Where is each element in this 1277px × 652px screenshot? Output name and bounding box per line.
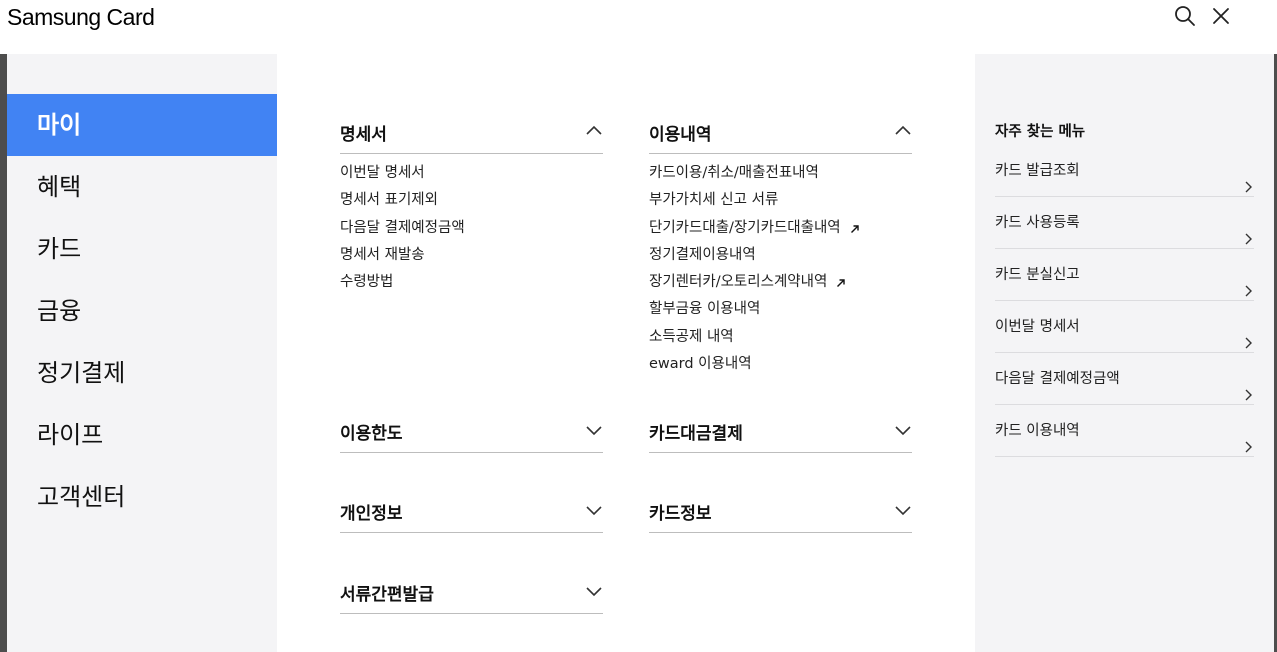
submenu-item[interactable]: 장기렌터카/오토리스계약내역 xyxy=(649,271,912,298)
submenu-item[interactable]: 명세서 표기제외 xyxy=(340,189,603,216)
section-personal-info: 개인정보 xyxy=(340,487,603,533)
section-header[interactable]: 카드정보 xyxy=(649,487,912,533)
samsung-card-logo[interactable]: Samsung Card xyxy=(7,3,155,31)
quick-menu-item-label: 다음달 결제예정금액 xyxy=(995,371,1120,387)
submenu-list: 카드이용/취소/매출전표내역 부가가치세 신고 서류 단기카드대출/장기카드대출… xyxy=(649,154,912,380)
chevron-down-icon[interactable] xyxy=(585,582,603,600)
section-credit-limit: 이용한도 xyxy=(340,407,603,453)
section-header[interactable]: 서류간편발급 xyxy=(340,568,603,614)
external-link-icon xyxy=(850,219,860,241)
submenu-item[interactable]: 단기카드대출/장기카드대출내역 xyxy=(649,217,912,244)
section-title: 이용내역 xyxy=(649,125,712,145)
sidebar-item-card[interactable]: 카드 xyxy=(7,218,277,280)
quick-menu-item[interactable]: 카드 사용등록 xyxy=(995,197,1254,249)
submenu-item[interactable]: 다음달 결제예정금액 xyxy=(340,217,603,244)
chevron-right-icon xyxy=(1242,268,1254,297)
section-card-payment: 카드대금결제 xyxy=(649,407,912,453)
section-statement: 명세서 이번달 명세서 명세서 표기제외 다음달 결제예정금액 명세서 재발송 … xyxy=(340,108,603,298)
quick-menu-item[interactable]: 카드 발급조회 xyxy=(995,145,1254,197)
submenu-item-label: 장기렌터카/오토리스계약내역 xyxy=(649,274,828,291)
quick-menu-item[interactable]: 카드 분실신고 xyxy=(995,249,1254,301)
quick-menu-title: 자주 찾는 메뉴 xyxy=(995,124,1086,140)
submenu-item-label: eward 이용내역 xyxy=(649,356,752,373)
quick-menu-item[interactable]: 다음달 결제예정금액 xyxy=(995,353,1254,405)
section-card-info: 카드정보 xyxy=(649,487,912,533)
section-header[interactable]: 명세서 xyxy=(340,108,603,154)
sidebar-item-subscription[interactable]: 정기결제 xyxy=(7,342,277,404)
section-title: 개인정보 xyxy=(340,504,403,524)
submenu-item[interactable]: 카드이용/취소/매출전표내역 xyxy=(649,162,912,189)
quick-menu-item[interactable]: 이번달 명세서 xyxy=(995,301,1254,353)
chevron-right-icon xyxy=(1242,164,1254,193)
submenu-item[interactable]: 소득공제 내역 xyxy=(649,326,912,353)
section-header[interactable]: 개인정보 xyxy=(340,487,603,533)
quick-menu-item-label: 이번달 명세서 xyxy=(995,319,1080,335)
section-title: 명세서 xyxy=(340,125,387,145)
chevron-down-icon[interactable] xyxy=(585,501,603,519)
submenu-item-label: 단기카드대출/장기카드대출내역 xyxy=(649,219,841,236)
search-icon[interactable] xyxy=(1174,5,1196,27)
chevron-down-icon[interactable] xyxy=(894,421,912,439)
sidebar-item-finance[interactable]: 금융 xyxy=(7,280,277,342)
section-usage-history: 이용내역 카드이용/취소/매출전표내역 부가가치세 신고 서류 단기카드대출/장… xyxy=(649,108,912,380)
quick-menu-item[interactable]: 카드 이용내역 xyxy=(995,405,1254,457)
chevron-down-icon[interactable] xyxy=(585,421,603,439)
sidebar: 마이 혜택 카드 금융 정기결제 라이프 고객센터 xyxy=(7,54,277,652)
section-title: 카드대금결제 xyxy=(649,424,743,444)
quick-menu-item-label: 카드 사용등록 xyxy=(995,215,1080,231)
sidebar-item-life[interactable]: 라이프 xyxy=(7,404,277,466)
quick-menu-item-label: 카드 분실신고 xyxy=(995,267,1080,283)
submenu-item[interactable]: 수령방법 xyxy=(340,271,603,298)
menu-content: 명세서 이번달 명세서 명세서 표기제외 다음달 결제예정금액 명세서 재발송 … xyxy=(277,54,975,652)
quick-menu-item-label: 카드 이용내역 xyxy=(995,423,1080,439)
submenu-item[interactable]: 정기결제이용내역 xyxy=(649,244,912,271)
section-header[interactable]: 카드대금결제 xyxy=(649,407,912,453)
submenu-item-label: 부가가치세 신고 서류 xyxy=(649,192,779,209)
submenu-item[interactable]: eward 이용내역 xyxy=(649,353,912,380)
chevron-right-icon xyxy=(1242,424,1254,453)
sidebar-item-customer-center[interactable]: 고객센터 xyxy=(7,466,277,528)
chevron-right-icon xyxy=(1242,372,1254,401)
external-link-icon xyxy=(836,273,846,295)
submenu-item[interactable]: 명세서 재발송 xyxy=(340,244,603,271)
chevron-up-icon[interactable] xyxy=(585,122,603,140)
section-title: 서류간편발급 xyxy=(340,585,434,605)
submenu-item[interactable]: 할부금융 이용내역 xyxy=(649,298,912,325)
submenu-item[interactable]: 부가가치세 신고 서류 xyxy=(649,189,912,216)
submenu-item-label: 할부금융 이용내역 xyxy=(649,301,761,318)
submenu-item-label: 소득공제 내역 xyxy=(649,328,734,345)
section-header[interactable]: 이용내역 xyxy=(649,108,912,154)
left-edge xyxy=(0,54,7,652)
chevron-up-icon[interactable] xyxy=(894,122,912,140)
submenu-item[interactable]: 이번달 명세서 xyxy=(340,162,603,189)
section-header[interactable]: 이용한도 xyxy=(340,407,603,453)
section-title: 이용한도 xyxy=(340,424,403,444)
section-title: 카드정보 xyxy=(649,504,712,524)
sidebar-item-my[interactable]: 마이 xyxy=(7,94,277,156)
chevron-right-icon xyxy=(1242,320,1254,349)
submenu-item-label: 카드이용/취소/매출전표내역 xyxy=(649,165,819,181)
section-document-issuance: 서류간편발급 xyxy=(340,568,603,614)
chevron-right-icon xyxy=(1242,216,1254,245)
chevron-down-icon[interactable] xyxy=(894,501,912,519)
quick-menu-list: 카드 발급조회 카드 사용등록 카드 분실신고 이번달 명세서 다음달 결제예정… xyxy=(995,145,1254,457)
close-icon[interactable] xyxy=(1210,5,1232,27)
quick-menu-panel: 자주 찾는 메뉴 카드 발급조회 카드 사용등록 카드 분실신고 이번달 명세서… xyxy=(975,54,1274,652)
submenu-item-label: 정기결제이용내역 xyxy=(649,246,756,263)
quick-menu-item-label: 카드 발급조회 xyxy=(995,163,1080,179)
sidebar-item-benefits[interactable]: 혜택 xyxy=(7,156,277,218)
submenu-list: 이번달 명세서 명세서 표기제외 다음달 결제예정금액 명세서 재발송 수령방법 xyxy=(340,154,603,298)
header: Samsung Card xyxy=(0,0,1277,54)
